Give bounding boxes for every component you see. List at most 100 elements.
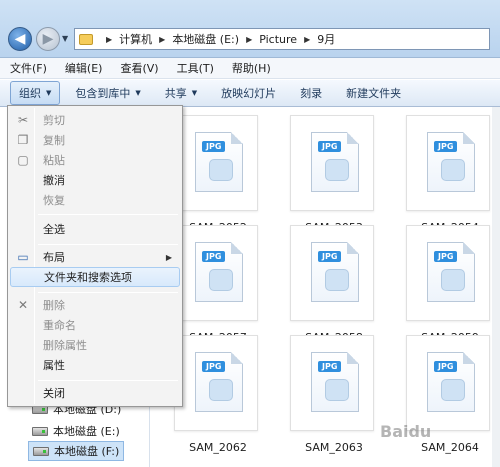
menu-item-redo[interactable]: 恢复 [10,190,180,210]
copy-icon: ❐ [17,133,29,147]
file-tile[interactable]: JPG SAM_2052 [172,115,258,234]
jpg-file-icon: JPG [311,132,359,192]
nav-drive-f[interactable]: 本地磁盘 (F:) [28,441,125,461]
menu-item-label: 文件夹和搜索选项 [44,271,132,284]
menu-item-paste[interactable]: ▢ 粘贴 [10,150,180,170]
breadcrumb-9yue[interactable]: 9月 [317,31,335,47]
menu-item-select-all[interactable]: 全选 [10,219,180,239]
back-button[interactable]: ◀ [8,27,32,51]
menu-item-label: 属性 [43,359,65,372]
slideshow-button[interactable]: 放映幻灯片 [212,81,285,105]
thumbnail-frame: JPG [406,115,490,211]
menu-item-remove-properties[interactable]: 删除属性 [10,335,180,355]
menu-file[interactable]: 文件(F) [10,60,47,76]
chevron-right-icon[interactable]: ▶ [106,35,112,44]
file-type-badge: JPG [202,361,226,372]
image-placeholder-icon [325,159,349,181]
watermark: Baidu [380,422,432,441]
jpg-file-icon: JPG [311,242,359,302]
menu-item-properties[interactable]: 属性 [10,355,180,375]
file-tile[interactable]: JPG SAM_2057 [172,225,258,344]
organize-button[interactable]: 组织 ▼ [10,81,61,105]
menu-separator [38,380,178,381]
menu-edit[interactable]: 编辑(E) [65,60,103,76]
menu-help[interactable]: 帮助(H) [232,60,271,76]
menu-tools[interactable]: 工具(T) [177,60,214,76]
thumbnail-frame: JPG [290,335,374,431]
menu-item-label: 复制 [43,134,65,147]
menu-separator [38,214,178,215]
vertical-scrollbar[interactable] [492,107,500,467]
menu-item-folder-options[interactable]: 文件夹和搜索选项 [10,267,180,287]
file-tile[interactable]: JPG SAM_2058 [288,225,374,344]
image-placeholder-icon [325,269,349,291]
jpg-file-icon: JPG [427,242,475,302]
thumbnail-frame: JPG [290,115,374,211]
thumbnail-frame: JPG [174,335,258,431]
file-tile[interactable]: JPG SAM_2054 [404,115,490,234]
image-placeholder-icon [441,269,465,291]
menu-item-label: 关闭 [43,387,65,400]
burn-button[interactable]: 刻录 [291,81,331,105]
forward-button[interactable]: ▶ [36,27,60,51]
file-tile[interactable]: JPG SAM_2062 [172,335,258,454]
breadcrumb-drive-e[interactable]: 本地磁盘 (E:) [172,31,239,47]
menu-separator [38,244,178,245]
back-arrow-icon: ◀ [14,31,26,47]
chevron-right-icon[interactable]: ▶ [159,35,165,44]
breadcrumb-picture[interactable]: Picture [259,33,297,46]
burn-label: 刻录 [300,87,323,100]
menu-item-rename[interactable]: 重命名 [10,315,180,335]
file-type-badge: JPG [434,361,458,372]
nav-drive-label: 本地磁盘 (E:) [53,425,120,438]
menu-item-label: 撤消 [43,174,65,187]
menu-item-layout[interactable]: ▭ 布局 ▶ [10,247,180,267]
file-type-badge: JPG [434,251,458,262]
file-view: JPG SAM_2052 JPG SAM_2053 JPG SAM_2054 J… [150,107,500,467]
paste-icon: ▢ [17,153,29,167]
submenu-arrow-icon: ▶ [165,252,172,262]
menu-item-delete[interactable]: ✕ 删除 [10,295,180,315]
folder-icon [79,33,93,45]
chevron-right-icon[interactable]: ▶ [246,35,252,44]
menu-item-label: 重命名 [43,319,76,332]
new-folder-label: 新建文件夹 [346,87,402,100]
hard-drive-icon [32,426,48,436]
file-type-badge: JPG [202,141,226,152]
share-button[interactable]: 共享 ▼ [156,81,206,105]
file-tile[interactable]: JPG SAM_2053 [288,115,374,234]
share-label: 共享 [164,87,187,100]
menu-item-label: 粘贴 [43,154,65,167]
image-placeholder-icon [209,159,233,181]
scissors-icon: ✂ [17,113,29,127]
window-titlebar: ◀ ▶ ▼ ▶ 计算机 ▶ 本地磁盘 (E:) ▶ Picture ▶ 9月 [0,0,500,58]
jpg-file-icon: JPG [427,352,475,412]
chevron-right-icon[interactable]: ▶ [304,35,310,44]
include-in-library-button[interactable]: 包含到库中 ▼ [66,81,149,105]
menu-item-undo[interactable]: 撤消 [10,170,180,190]
menu-item-close[interactable]: 关闭 [10,383,180,403]
image-placeholder-icon [209,379,233,401]
nav-drive-e-selected[interactable]: 本地磁盘 (E:) [32,423,120,439]
thumbnail-frame: JPG [174,225,258,321]
jpg-file-icon: JPG [427,132,475,192]
menu-item-label: 布局 [43,251,65,264]
new-folder-button[interactable]: 新建文件夹 [337,81,410,105]
menu-item-cut[interactable]: ✂ 剪切 [10,110,180,130]
menu-bar: 文件(F) 编辑(E) 查看(V) 工具(T) 帮助(H) [0,58,500,79]
image-placeholder-icon [441,159,465,181]
menu-view[interactable]: 查看(V) [120,60,158,76]
thumbnail-frame: JPG [406,335,490,431]
address-bar[interactable]: ▶ 计算机 ▶ 本地磁盘 (E:) ▶ Picture ▶ 9月 [74,28,490,50]
breadcrumb-computer[interactable]: 计算机 [119,31,152,47]
delete-x-icon: ✕ [17,298,29,312]
menu-item-copy[interactable]: ❐ 复制 [10,130,180,150]
dropdown-arrow-icon: ▼ [191,89,198,97]
file-name: SAM_2063 [305,441,363,454]
slideshow-label: 放映幻灯片 [221,87,277,100]
file-tile[interactable]: JPG SAM_2059 [404,225,490,344]
file-tile[interactable]: JPG SAM_2063 [288,335,374,454]
jpg-file-icon: JPG [195,352,243,412]
menu-item-label: 删除 [43,299,65,312]
recent-pages-dropdown-icon[interactable]: ▼ [62,34,68,43]
